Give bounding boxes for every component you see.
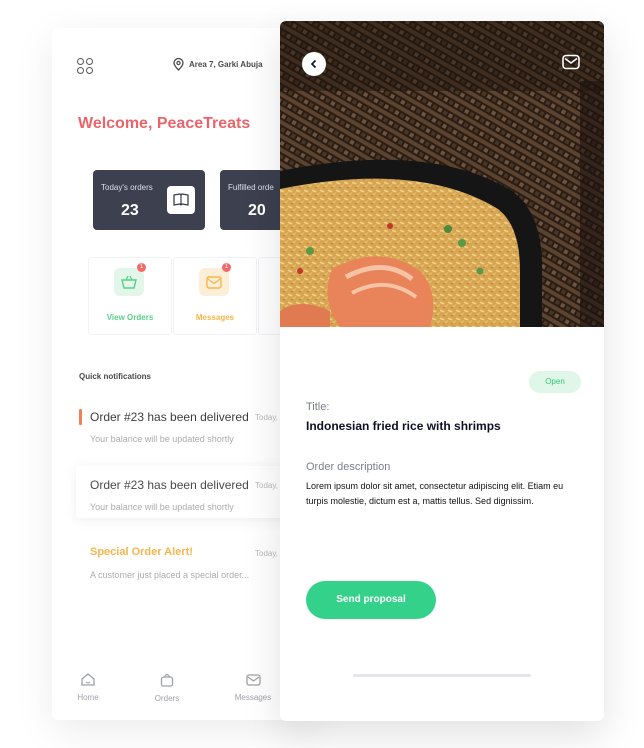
notification-item[interactable]: Special Order Alert! Today, A customer j… [79, 543, 309, 583]
chevron-left-icon [310, 59, 317, 69]
nav-label: Messages [234, 693, 272, 702]
book-icon [167, 186, 195, 214]
home-indicator [353, 674, 531, 677]
stat-value: 23 [121, 202, 139, 219]
notification-title: Order #23 has been delivered [90, 410, 249, 424]
nav-label: Orders [154, 694, 180, 703]
title-label: Title: [306, 401, 330, 413]
tile-view-orders[interactable]: 1 View Orders [88, 257, 172, 335]
quick-notifications-title: Quick notifications [79, 372, 152, 381]
stat-value: 20 [248, 202, 266, 219]
order-description: Lorem ipsum dolor sit amet, consectetur … [306, 481, 564, 506]
notification-subtitle: Your balance will be updated shortly [90, 502, 234, 512]
notification-item[interactable]: Order #23 has been delivered Today, Your… [79, 475, 309, 515]
notification-date: Today, [255, 481, 278, 490]
notification-subtitle: Your balance will be updated shortly [90, 434, 234, 444]
mail-icon [245, 674, 261, 686]
bottom-nav: Home Orders Messages [52, 673, 312, 713]
location-selector[interactable]: Area 7, Garki Abuja [173, 58, 263, 71]
stat-label: Fulfilled orde [228, 183, 274, 192]
status-badge: Open [529, 371, 581, 393]
nav-home[interactable]: Home [63, 673, 113, 702]
notification-title: Order #23 has been delivered [90, 478, 249, 492]
stat-card-todays-orders[interactable]: Today's orders 23 [93, 170, 205, 230]
tile-label: View Orders [106, 313, 154, 322]
mail-icon [562, 54, 580, 70]
message-button[interactable] [562, 54, 582, 72]
envelope-icon [199, 268, 229, 296]
notification-title: Special Order Alert! [90, 546, 193, 558]
home-icon [81, 673, 95, 686]
notification-subtitle: A customer just placed a special order..… [90, 570, 250, 580]
menu-grid-icon[interactable] [77, 58, 93, 74]
food-photo [280, 21, 604, 327]
notification-item[interactable]: Order #23 has been delivered Today, Your… [79, 407, 309, 447]
location-text: Area 7, Garki Abuja [189, 60, 263, 69]
tile-label: Messages [195, 313, 235, 322]
notification-dot: 1 [222, 263, 231, 272]
notification-date: Today, [255, 549, 278, 558]
tile-messages[interactable]: 1 Messages [173, 257, 257, 335]
description-label: Order description [306, 461, 391, 473]
send-proposal-button[interactable]: Send proposal [306, 581, 436, 619]
dashboard-screen: Area 7, Garki Abuja Welcome, PeaceTreats… [52, 28, 312, 720]
notification-accent-bar [79, 409, 82, 425]
notification-dot: 1 [137, 263, 146, 272]
location-pin-icon [173, 58, 184, 71]
nav-messages[interactable]: Messages [228, 673, 278, 702]
basket-icon [114, 268, 144, 296]
nav-label: Home [77, 693, 99, 702]
bag-icon [160, 673, 174, 687]
nav-orders[interactable]: Orders [142, 673, 192, 703]
order-title: Indonesian fried rice with shrimps [306, 419, 501, 433]
back-button[interactable] [302, 52, 326, 76]
notification-date: Today, [255, 413, 278, 422]
stat-label: Today's orders [101, 183, 153, 192]
welcome-heading: Welcome, PeaceTreats [78, 115, 251, 132]
order-detail-screen: Open Title: Indonesian fried rice with s… [280, 21, 604, 721]
